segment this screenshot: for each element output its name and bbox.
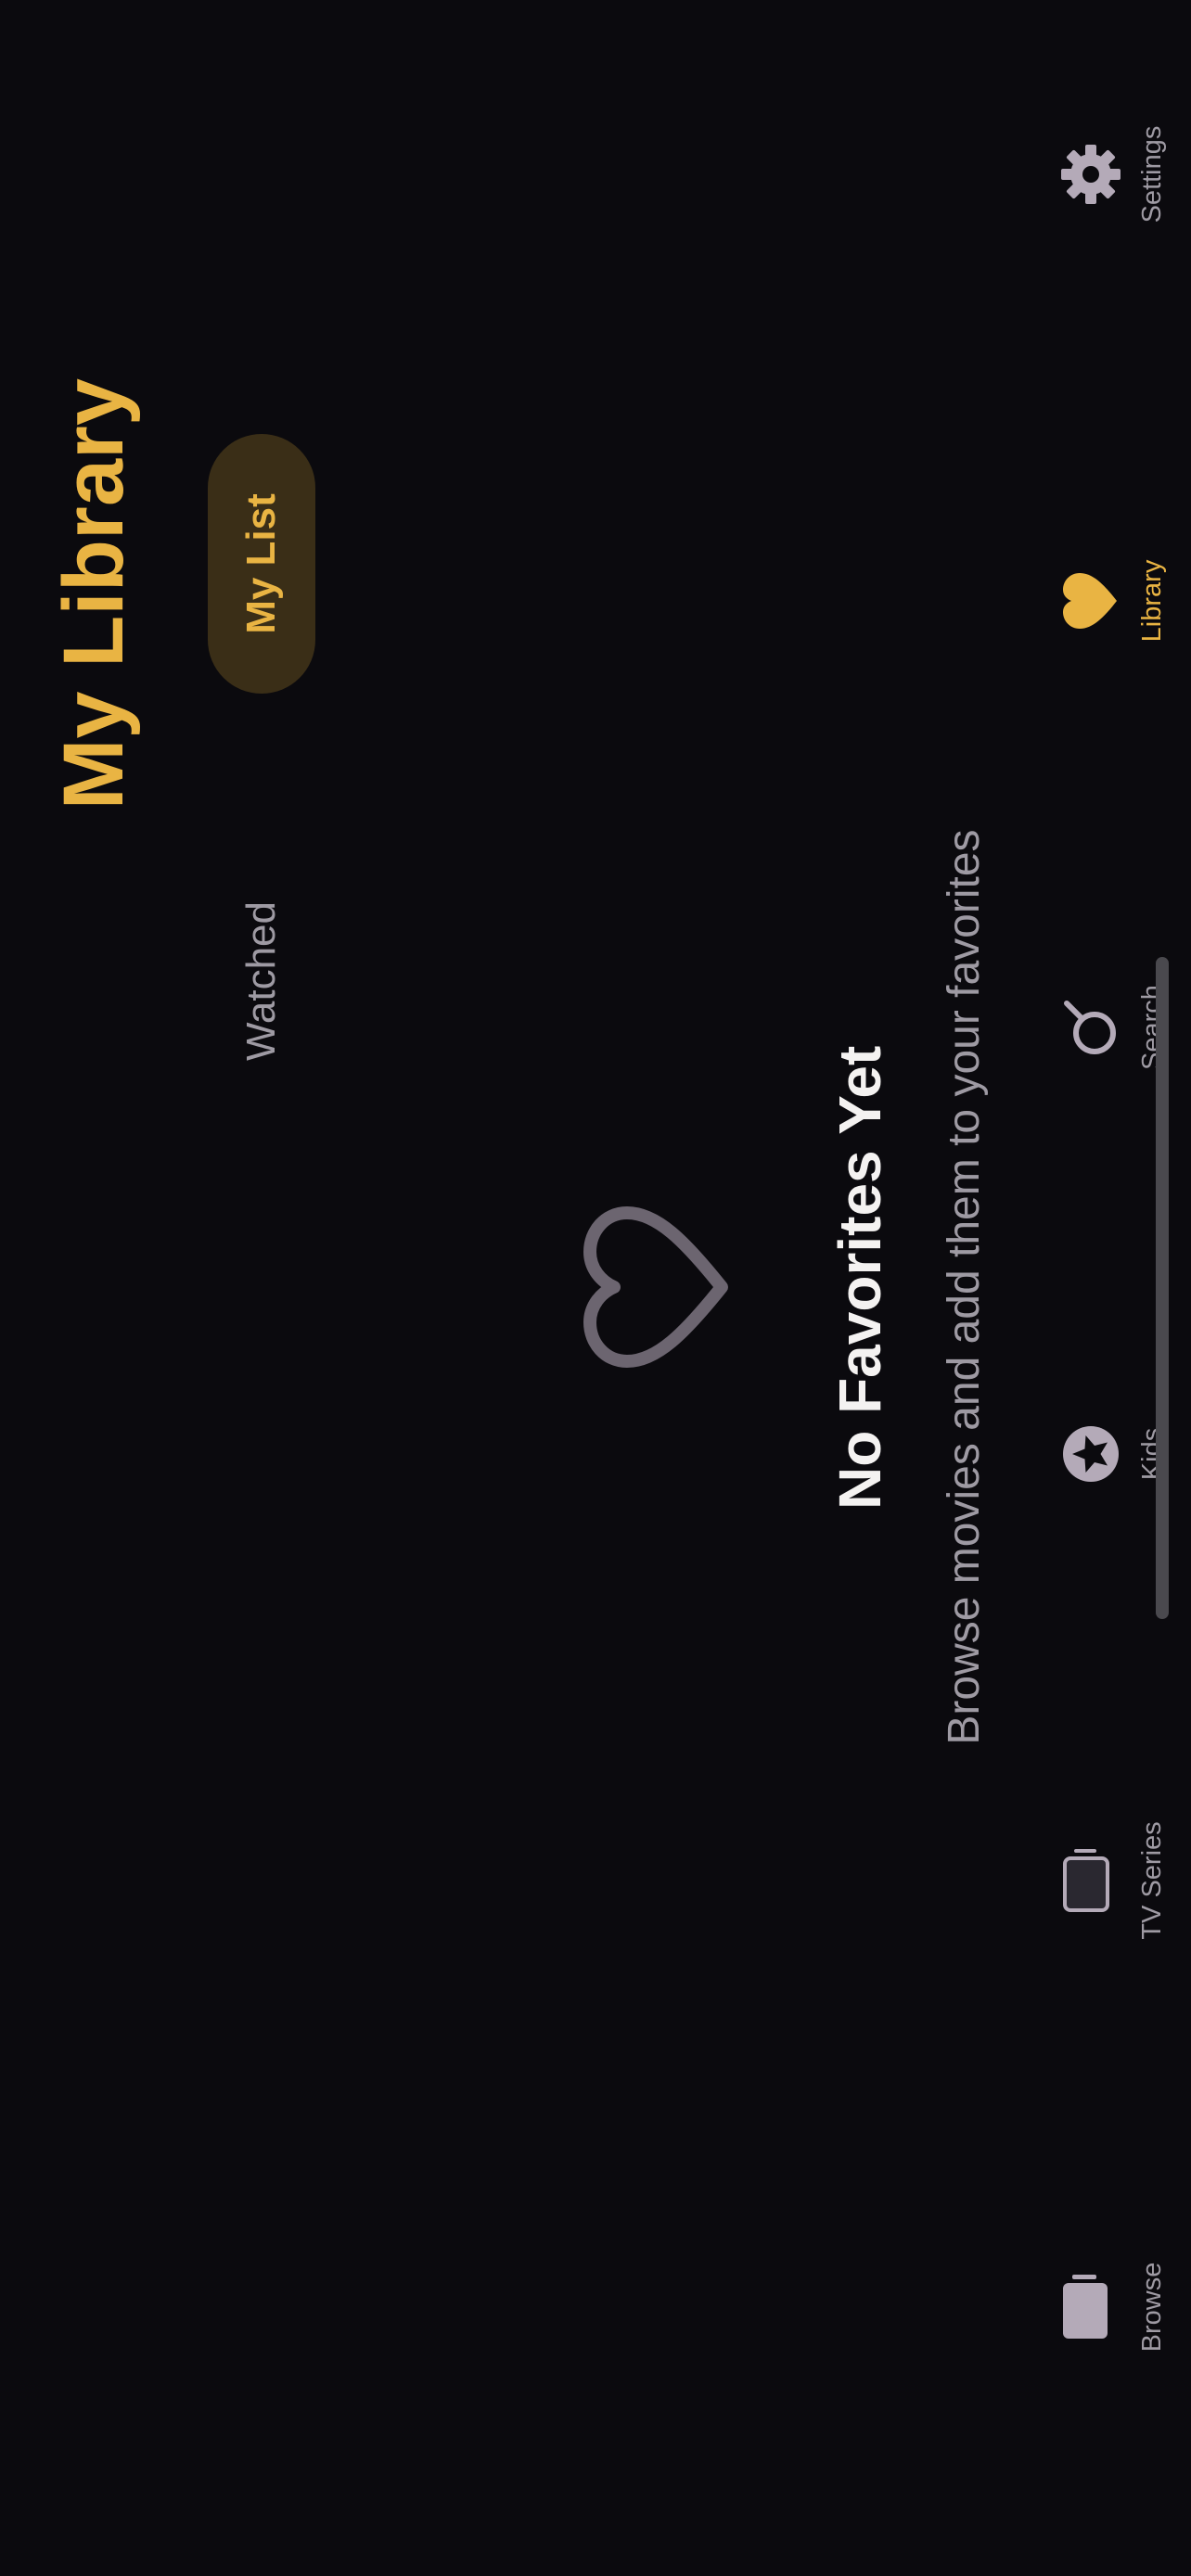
- magnifier-icon: [1057, 994, 1124, 1061]
- heart-filled-icon: [1057, 567, 1124, 634]
- tabbar-item-browse[interactable]: Browse: [1057, 2214, 1178, 2400]
- star-circle-icon: [1057, 1421, 1124, 1487]
- tabbar-item-settings[interactable]: Settings: [1057, 82, 1178, 267]
- tv-outline-icon: [1057, 1847, 1124, 1914]
- empty-state-subtitle: Browse movies and add them to your favor…: [940, 829, 989, 1745]
- heart-outline-icon: [583, 1206, 728, 1368]
- tabbar-label: Settings: [1137, 125, 1167, 223]
- home-indicator: [1156, 957, 1169, 1619]
- tabbar-label: Browse: [1137, 2262, 1167, 2353]
- tabbar-item-tv-series[interactable]: TV Series: [1057, 1788, 1178, 1973]
- tv-filled-icon: [1057, 2274, 1124, 2340]
- gear-icon: [1057, 141, 1124, 208]
- app-screen: My Library My List Watched No Favorites …: [0, 0, 1191, 2576]
- tabbar-label: Library: [1137, 559, 1167, 643]
- tabbar-item-library[interactable]: Library: [1057, 508, 1178, 694]
- empty-state-title: No Favorites Yet: [826, 1045, 893, 1510]
- tab-my-list[interactable]: My List: [208, 434, 315, 694]
- tab-watched[interactable]: Watched: [208, 851, 315, 1111]
- tabbar-label: TV Series: [1137, 1821, 1167, 1940]
- page-title: My Library: [46, 378, 141, 810]
